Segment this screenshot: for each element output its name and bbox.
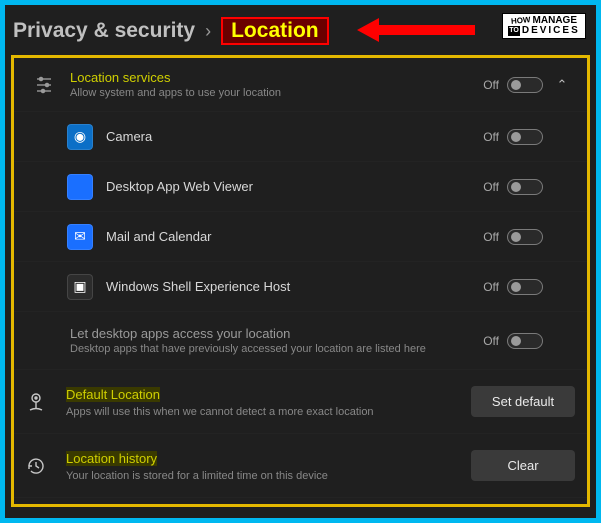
sliders-icon: [26, 75, 62, 95]
app-name: Camera: [106, 129, 475, 144]
desktop-apps-toggle[interactable]: [507, 333, 543, 349]
map-pin-icon: [26, 391, 58, 413]
app-state: Off: [483, 280, 499, 294]
chevron-up-icon[interactable]: ⌃: [549, 77, 575, 93]
history-icon: [26, 456, 58, 476]
app-state: Off: [483, 130, 499, 144]
app-toggle[interactable]: [507, 279, 543, 295]
site-logo: HOW MANAGE TO DEVICES: [502, 13, 586, 39]
arrow-annotation: [357, 15, 477, 45]
location-history-subtitle: Your location is stored for a limited ti…: [66, 470, 463, 482]
app-toggle[interactable]: [507, 129, 543, 145]
location-services-title: Location services: [70, 70, 475, 85]
app-state: Off: [483, 180, 499, 194]
content-panel: Location services Allow system and apps …: [11, 55, 590, 507]
app-state: Off: [483, 230, 499, 244]
breadcrumb-current: Location: [221, 17, 329, 45]
clear-button[interactable]: Clear: [471, 450, 575, 481]
app-icon: ▣: [62, 274, 98, 300]
app-name: Desktop App Web Viewer: [106, 179, 475, 194]
app-row[interactable]: ▣ Windows Shell Experience Host Off: [14, 262, 587, 312]
location-services-subtitle: Allow system and apps to use your locati…: [70, 87, 475, 99]
app-row[interactable]: ✉ Mail and Calendar Off: [14, 212, 587, 262]
desktop-apps-state: Off: [483, 334, 499, 348]
default-location-title: Default Location: [66, 387, 160, 402]
app-row[interactable]: ◉ Camera Off: [14, 112, 587, 162]
breadcrumb: Privacy & security › Location HOW MANAGE…: [5, 5, 596, 55]
app-icon: ◉: [62, 124, 98, 150]
app-icon: [62, 174, 98, 200]
desktop-apps-title: Let desktop apps access your location: [70, 326, 475, 341]
app-toggle[interactable]: [507, 229, 543, 245]
location-history-title: Location history: [66, 451, 157, 466]
location-services-toggle[interactable]: [507, 77, 543, 93]
chevron-right-icon: ›: [205, 21, 211, 42]
app-toggle[interactable]: [507, 179, 543, 195]
app-name: Windows Shell Experience Host: [106, 279, 475, 294]
location-history-row: Location history Your location is stored…: [14, 434, 587, 498]
location-services-state: Off: [483, 78, 499, 92]
default-location-row: Default Location Apps will use this when…: [14, 370, 587, 434]
desktop-apps-subtitle: Desktop apps that have previously access…: [70, 343, 475, 355]
set-default-button[interactable]: Set default: [471, 386, 575, 417]
app-name: Mail and Calendar: [106, 229, 475, 244]
app-row[interactable]: Desktop App Web Viewer Off: [14, 162, 587, 212]
breadcrumb-parent[interactable]: Privacy & security: [13, 19, 195, 43]
app-icon: ✉: [62, 224, 98, 250]
desktop-apps-row[interactable]: Let desktop apps access your location De…: [14, 312, 587, 370]
window-frame: Privacy & security › Location HOW MANAGE…: [0, 0, 601, 523]
location-services-row[interactable]: Location services Allow system and apps …: [14, 58, 587, 112]
default-location-subtitle: Apps will use this when we cannot detect…: [66, 406, 463, 418]
